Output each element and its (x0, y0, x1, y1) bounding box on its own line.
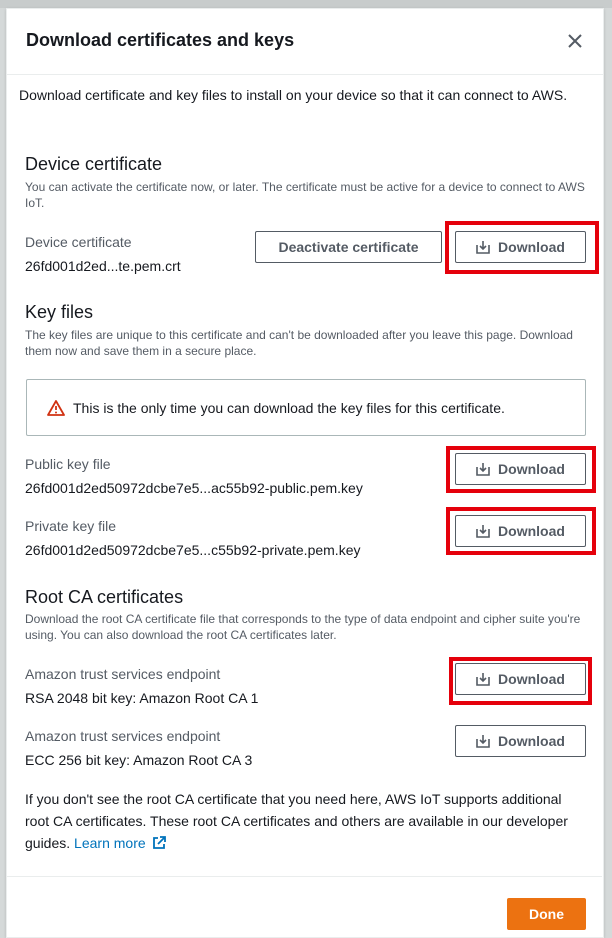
external-link-icon (152, 836, 166, 849)
download-public-key-button[interactable]: Download (455, 453, 586, 485)
done-button[interactable]: Done (507, 898, 586, 930)
device-certificate-description: You can activate the certificate now, or… (25, 180, 585, 210)
download-icon (476, 241, 490, 254)
close-button[interactable] (563, 29, 587, 53)
dialog-title: Download certificates and keys (26, 30, 295, 50)
device-certificate-heading: Device certificate (25, 154, 163, 174)
private-key-label: Private key file (25, 518, 117, 534)
root-ca-heading: Root CA certificates (25, 587, 184, 607)
download-icon (476, 673, 490, 686)
download-ecc-root-ca-button[interactable]: Download (455, 725, 586, 757)
device-certificate-filename: 26fd001d2ed...te.pem.crt (25, 258, 181, 274)
download-label: Download (498, 733, 565, 749)
download-label: Download (498, 671, 565, 687)
download-icon (476, 463, 490, 476)
ecc-endpoint-value: ECC 256 bit key: Amazon Root CA 3 (25, 752, 253, 768)
public-key-label: Public key file (25, 456, 111, 472)
deactivate-certificate-button[interactable]: Deactivate certificate (255, 231, 442, 263)
download-device-certificate-button[interactable]: Download (455, 231, 586, 263)
private-key-filename: 26fd001d2ed50972dcbe7e5...c55b92-private… (25, 542, 361, 558)
public-key-filename: 26fd001d2ed50972dcbe7e5...ac55b92-public… (25, 480, 363, 496)
root-ca-description: Download the root CA certificate file th… (25, 612, 581, 642)
rsa-endpoint-value: RSA 2048 bit key: Amazon Root CA 1 (25, 690, 259, 706)
rsa-endpoint-label: Amazon trust services endpoint (25, 666, 221, 682)
warning-icon (47, 399, 65, 416)
key-files-description: The key files are unique to this certifi… (25, 328, 573, 358)
device-certificate-label: Device certificate (25, 234, 132, 250)
learn-more-label: Learn more (74, 835, 146, 851)
close-icon (568, 34, 582, 48)
download-label: Download (498, 239, 565, 255)
download-label: Download (498, 461, 565, 477)
dialog-intro: Download certificate and key files to in… (19, 87, 568, 103)
dialog-header: Download certificates and keys (7, 9, 603, 75)
download-icon (476, 735, 490, 748)
root-ca-footer-text: If you don't see the root CA certificate… (25, 788, 585, 854)
key-files-heading: Key files (25, 302, 94, 322)
download-label: Download (498, 523, 565, 539)
key-files-warning-alert: This is the only time you can download t… (26, 379, 586, 436)
page-backdrop (0, 0, 612, 8)
download-rsa-root-ca-button[interactable]: Download (455, 663, 586, 695)
deactivate-certificate-label: Deactivate certificate (278, 239, 419, 255)
warning-text: This is the only time you can download t… (73, 399, 505, 416)
download-private-key-button[interactable]: Download (455, 515, 586, 547)
download-icon (476, 525, 490, 538)
learn-more-link[interactable]: Learn more (74, 835, 166, 851)
ecc-endpoint-label: Amazon trust services endpoint (25, 728, 221, 744)
